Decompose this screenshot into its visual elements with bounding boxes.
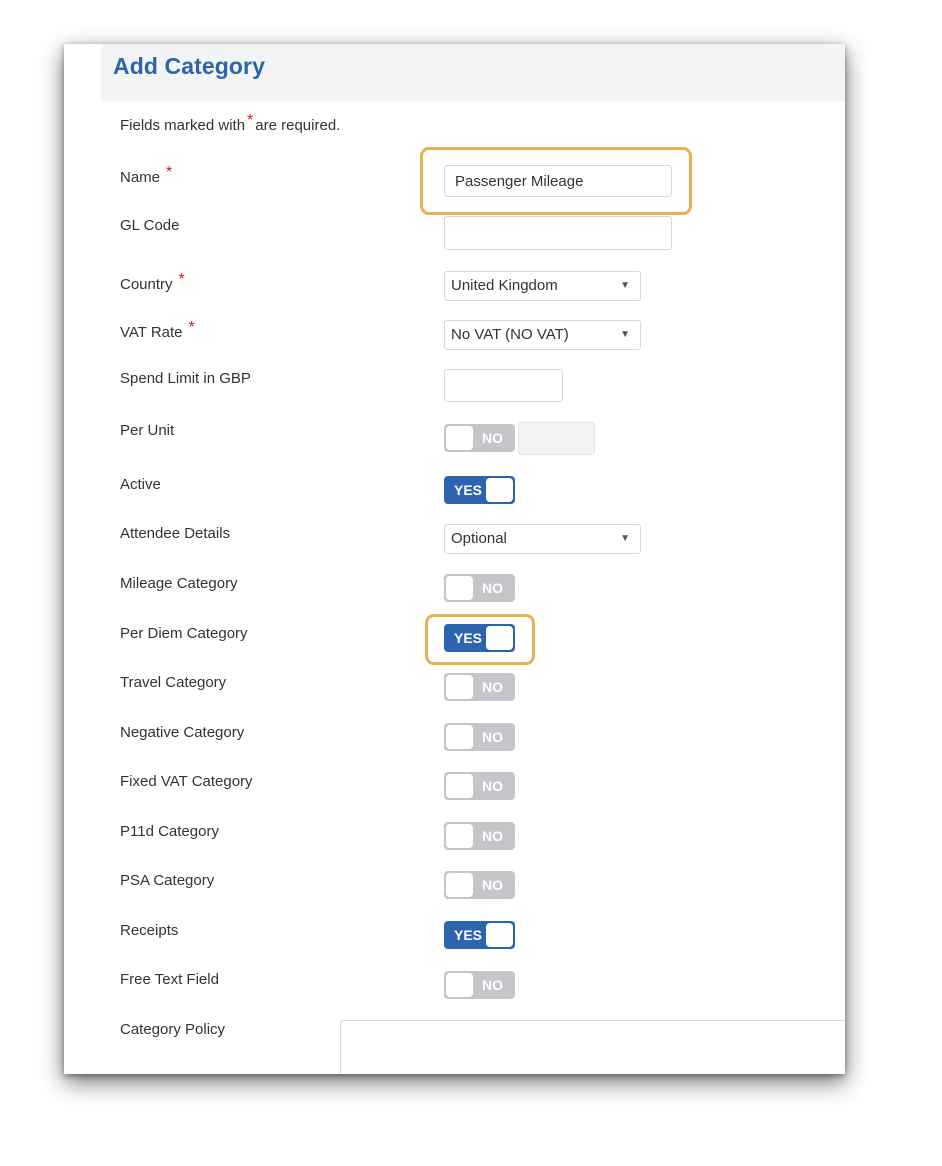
gl-code-label: GL Code	[120, 217, 180, 234]
attendee-details-label: Attendee Details	[120, 525, 231, 542]
required-asterisk: *	[166, 164, 173, 181]
toggle-knob	[486, 626, 513, 650]
vat-rate-label: VAT Rate *	[120, 319, 197, 342]
name-label-text: Name	[120, 169, 161, 186]
toggle-knob	[446, 873, 473, 897]
attendee-details-select-value: Optional	[451, 530, 507, 547]
negative-category-toggle[interactable]: NO	[444, 723, 515, 751]
toggle-state: YES	[454, 630, 483, 646]
toggle-knob	[446, 973, 473, 997]
toggle-knob	[446, 824, 473, 848]
receipts-label: Receipts	[120, 922, 179, 939]
fixed-vat-category-label: Fixed VAT Category	[120, 773, 253, 790]
free-text-field-toggle[interactable]: NO	[444, 971, 515, 999]
toggle-state: YES	[454, 482, 483, 498]
active-label: Active	[120, 476, 161, 493]
receipts-toggle[interactable]: YES	[444, 921, 515, 949]
spend-limit-input[interactable]	[444, 369, 563, 402]
required-asterisk: *	[178, 271, 185, 288]
required-asterisk: *	[247, 112, 254, 129]
toggle-state: NO	[482, 679, 503, 695]
caret-down-icon: ▼	[620, 533, 630, 544]
per-diem-category-label: Per Diem Category	[120, 625, 248, 642]
caret-down-icon: ▼	[620, 280, 630, 291]
per-unit-label: Per Unit	[120, 422, 175, 439]
toggle-knob	[446, 426, 473, 450]
mileage-category-toggle[interactable]: NO	[444, 574, 515, 602]
toggle-state: NO	[482, 877, 503, 893]
toggle-state: NO	[482, 580, 503, 596]
toggle-knob	[446, 675, 473, 699]
name-input[interactable]	[444, 165, 672, 197]
vat-rate-select[interactable]: No VAT (NO VAT) ▼	[444, 320, 641, 350]
mileage-category-label: Mileage Category	[120, 575, 238, 592]
category-policy-label: Category Policy	[120, 1021, 226, 1038]
active-toggle[interactable]: YES	[444, 476, 515, 504]
panel-header: Add Category	[101, 44, 845, 101]
travel-category-label: Travel Category	[120, 674, 227, 691]
psa-category-label: PSA Category	[120, 872, 215, 889]
attendee-details-select[interactable]: Optional ▼	[444, 524, 641, 554]
fixed-vat-category-toggle[interactable]: NO	[444, 772, 515, 800]
toggle-state: YES	[454, 927, 483, 943]
per-unit-input	[518, 422, 595, 455]
toggle-state: NO	[482, 729, 503, 745]
negative-category-label: Negative Category	[120, 724, 245, 741]
toggle-knob	[446, 774, 473, 798]
toggle-state: NO	[482, 977, 503, 993]
caret-down-icon: ▼	[620, 329, 630, 340]
country-label-text: Country	[120, 276, 173, 293]
psa-category-toggle[interactable]: NO	[444, 871, 515, 899]
country-select[interactable]: United Kingdom ▼	[444, 271, 641, 301]
country-select-value: United Kingdom	[451, 277, 558, 294]
add-category-panel: Add Category Fields marked with * are requ…	[64, 44, 845, 1074]
p11d-category-label: P11d Category	[120, 823, 219, 840]
spend-limit-label: Spend Limit in GBP	[120, 370, 251, 387]
toggle-state: NO	[482, 430, 503, 446]
name-label: Name *	[120, 164, 174, 187]
vat-rate-label-text: VAT Rate	[120, 324, 183, 341]
required-fields-note: Fields marked with * are required.	[120, 112, 341, 135]
toggle-knob	[446, 725, 473, 749]
category-policy-textarea[interactable]	[340, 1020, 845, 1074]
vat-rate-select-value: No VAT (NO VAT)	[451, 326, 569, 343]
toggle-state: NO	[482, 828, 503, 844]
per-diem-category-toggle[interactable]: YES	[444, 624, 515, 652]
page-title: Add Category	[113, 53, 265, 79]
required-asterisk: *	[188, 319, 195, 336]
country-label: Country *	[120, 271, 187, 294]
toggle-knob	[446, 576, 473, 600]
toggle-state: NO	[482, 778, 503, 794]
toggle-knob	[486, 478, 513, 502]
p11d-category-toggle[interactable]: NO	[444, 822, 515, 850]
gl-code-input[interactable]	[444, 216, 672, 250]
note-suffix: are required.	[255, 117, 341, 134]
toggle-knob	[486, 923, 513, 947]
travel-category-toggle[interactable]: NO	[444, 673, 515, 701]
per-unit-toggle[interactable]: NO	[444, 424, 515, 452]
note-prefix: Fields marked with	[120, 117, 246, 134]
free-text-field-label: Free Text Field	[120, 971, 219, 988]
